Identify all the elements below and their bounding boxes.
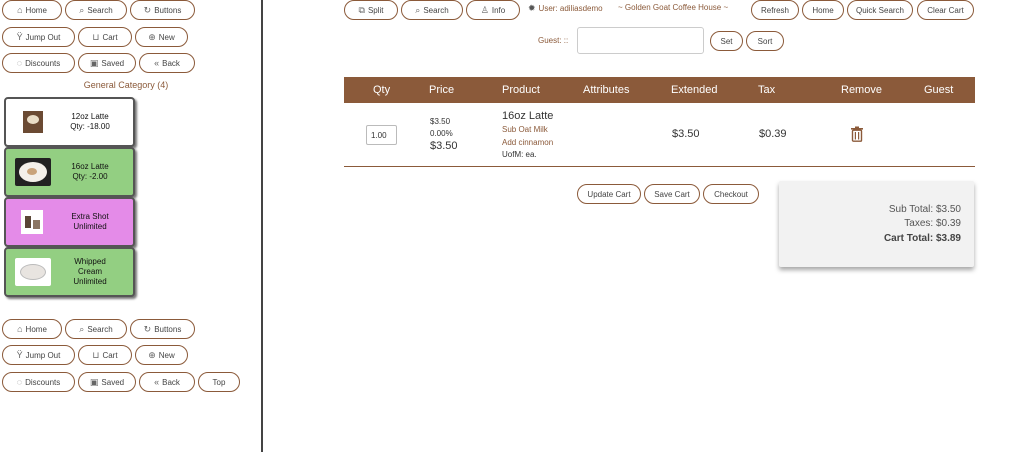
double-chevron-left-icon: « — [154, 376, 160, 387]
sidebar: ⌂ Home ⌕ Search ↻ Buttons Ÿ Jump Out ⊔ Cart ⊕… — [0, 0, 262, 452]
product-image — [15, 208, 51, 236]
refresh-button[interactable]: Refresh — [751, 0, 799, 20]
tax-amount: $0.39 — [759, 128, 787, 140]
split-button[interactable]: ⧉ Split — [344, 0, 398, 20]
column-header-tax: Tax — [758, 84, 776, 96]
product-name: 16oz Latte — [502, 110, 554, 122]
modifier: Sub Oat Milk — [502, 125, 548, 134]
product-tile[interactable]: 16oz Latte Qty: -2.00 — [4, 147, 135, 197]
back-button[interactable]: «Back — [139, 53, 195, 73]
home-button[interactable]: ⌂ Home — [2, 0, 62, 20]
sub-total: Sub Total: $3.50 — [888, 204, 961, 215]
home-icon: ⌂ — [17, 4, 23, 15]
product-image — [15, 258, 51, 286]
product-label: Whipped Cream Unlimited — [73, 257, 107, 286]
saved-button[interactable]: ▣ Saved — [78, 53, 136, 73]
save-icon: ▣ — [89, 57, 99, 68]
column-header-attributes: Attributes — [583, 84, 630, 96]
saved-button[interactable]: ▣ Saved — [78, 372, 136, 392]
unit-of-measure: UofM: ea. — [502, 150, 537, 159]
jump-out-button[interactable]: Ÿ Jump Out — [2, 27, 75, 47]
user-label: ✹ User: adiliasdemo — [528, 3, 603, 13]
trash-icon[interactable] — [850, 126, 864, 142]
panel-divider — [261, 0, 263, 452]
tag-icon: ◌ — [16, 57, 23, 68]
quick-search-button[interactable]: Quick Search — [847, 0, 913, 20]
guest-label: Guest: :: — [538, 36, 569, 45]
buttons-button[interactable]: ↻ Buttons — [130, 0, 195, 20]
product-label: 12oz Latte Qty: -18.00 — [70, 112, 110, 131]
refresh-icon: ↻ — [143, 4, 152, 15]
column-header-qty: Qty — [373, 84, 391, 96]
column-header-guest: Guest — [924, 84, 954, 96]
update-cart-button[interactable]: Update Cart — [577, 184, 641, 204]
column-header-price: Price — [429, 84, 455, 96]
home-button[interactable]: ⌂ Home — [2, 319, 62, 339]
column-header-remove: Remove — [841, 84, 882, 96]
sort-button[interactable]: Sort — [746, 31, 784, 51]
clear-cart-button[interactable]: Clear Cart — [917, 0, 974, 20]
cart-total: Cart Total: $3.89 — [883, 233, 961, 244]
product-label: 16oz Latte Qty: -2.00 — [71, 162, 109, 181]
search-icon: ⌕ — [79, 323, 85, 334]
checkout-button[interactable]: Checkout — [703, 184, 759, 204]
discount-percent: 0.00% — [430, 129, 453, 138]
search-button[interactable]: ⌕ Search — [65, 319, 127, 339]
back-button[interactable]: «Back — [139, 372, 195, 392]
plus-circle-icon: ⊕ — [148, 31, 156, 42]
discounts-button[interactable]: ◌ Discounts — [2, 372, 75, 392]
gear-icon: ✹ — [528, 3, 536, 13]
info-button[interactable]: ♙ Info — [466, 0, 520, 20]
refresh-icon: ↻ — [143, 323, 152, 334]
product-image — [15, 108, 51, 136]
cocktail-icon: Ÿ — [16, 349, 23, 360]
unit-price: $3.50 — [430, 117, 451, 126]
guest-input[interactable] — [577, 27, 704, 54]
cart-icon: ⊔ — [92, 349, 100, 360]
tag-icon: ◌ — [16, 376, 23, 387]
net-price: $3.50 — [430, 140, 458, 152]
extended-price: $3.50 — [672, 128, 700, 140]
cart-icon: ⊔ — [92, 31, 100, 42]
new-button[interactable]: ⊕ New — [135, 27, 188, 47]
search-button[interactable]: ⌕ Search — [65, 0, 127, 20]
row-divider — [344, 166, 975, 167]
copy-icon: ⧉ — [358, 4, 365, 15]
buttons-button[interactable]: ↻ Buttons — [130, 319, 195, 339]
home-icon: ⌂ — [17, 323, 23, 334]
plus-circle-icon: ⊕ — [148, 349, 156, 360]
top-button[interactable]: Top — [198, 372, 240, 392]
search-button[interactable]: ⌕ Search — [401, 0, 463, 20]
totals-panel: Sub Total: $3.50 Taxes: $0.39 Cart Total… — [779, 181, 974, 267]
column-header-extended: Extended — [671, 84, 718, 96]
double-chevron-left-icon: « — [154, 57, 160, 68]
store-name: ~ Golden Goat Coffee House ~ — [618, 3, 729, 12]
save-cart-button[interactable]: Save Cart — [644, 184, 700, 204]
product-label: Extra Shot Unlimited — [71, 212, 109, 231]
pos-screen: ⌂ Home ⌕ Search ↻ Buttons Ÿ Jump Out ⊔ Cart ⊕… — [0, 0, 1024, 452]
new-button[interactable]: ⊕ New — [135, 345, 188, 365]
modifier: Add cinnamon — [502, 138, 554, 147]
jump-out-button[interactable]: Ÿ Jump Out — [2, 345, 75, 365]
product-tile[interactable]: Whipped Cream Unlimited — [4, 247, 135, 297]
cocktail-icon: Ÿ — [16, 31, 23, 42]
cart-button[interactable]: ⊔ Cart — [78, 345, 132, 365]
set-button[interactable]: Set — [710, 31, 743, 51]
user-plus-icon: ♙ — [480, 4, 489, 15]
product-tile[interactable]: 12oz Latte Qty: -18.00 — [4, 97, 135, 147]
discounts-button[interactable]: ◌ Discounts — [2, 53, 75, 73]
search-icon: ⌕ — [79, 4, 85, 15]
search-icon: ⌕ — [415, 4, 421, 15]
save-icon: ▣ — [89, 376, 99, 387]
taxes-total: Taxes: $0.39 — [904, 218, 961, 229]
qty-input[interactable]: 1.00 — [366, 125, 397, 145]
product-image — [15, 158, 51, 186]
cart-table-header: Qty Price Product Attributes Extended Ta… — [344, 77, 975, 103]
cart-button[interactable]: ⊔ Cart — [78, 27, 132, 47]
product-tile[interactable]: Extra Shot Unlimited — [4, 197, 135, 247]
home-button[interactable]: Home — [802, 0, 844, 20]
category-title: General Category (4) — [83, 80, 169, 90]
column-header-product: Product — [502, 84, 540, 96]
